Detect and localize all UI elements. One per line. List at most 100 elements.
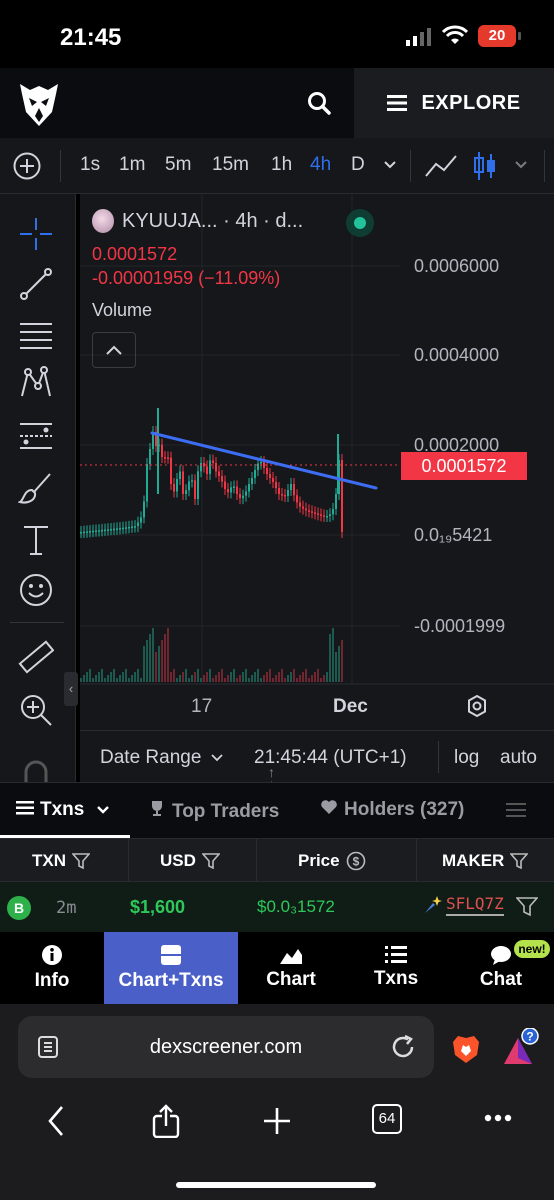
new-tab-icon[interactable] [262,1104,292,1138]
volume-collapse-button[interactable] [92,332,136,368]
chart-settings-icon[interactable] [466,694,488,718]
candle-body [332,509,334,515]
volume-bar [314,672,316,682]
txn-price: $0.0₃1572 [257,897,335,916]
token-avatar [92,209,114,233]
trendline-icon[interactable] [18,266,54,302]
table-row[interactable]: B 2m $1,600 $0.0₃1572 SFLQ7Z [0,882,554,932]
interval-1s[interactable]: 1s [80,154,100,176]
text-tool-icon[interactable] [18,522,54,558]
share-icon[interactable] [150,1104,182,1138]
sparkle-icon [425,896,442,913]
volume-bar [170,672,172,682]
interval-5m[interactable]: 5m [165,154,191,176]
candle-body [236,486,238,494]
reload-icon[interactable] [390,1034,416,1060]
search-icon[interactable] [306,90,332,116]
column-usd[interactable]: USD [160,851,220,871]
candle-body [254,470,256,478]
crosshair-icon[interactable] [18,216,54,252]
txn-age: 2m [56,898,77,918]
date-range-button[interactable]: Date Range [100,747,223,769]
tab-top-traders[interactable]: Top Traders [148,799,279,823]
fib-retracement-icon[interactable] [18,418,54,454]
candle-body [140,517,142,523]
brave-shield-icon[interactable] [452,1034,480,1064]
more-icon[interactable] [484,1114,512,1122]
column-maker[interactable]: MAKER [442,851,529,871]
candle-body [83,531,85,534]
nav-label: Txns [373,968,419,989]
dexscreener-logo-icon[interactable] [20,82,58,126]
volume-bar [137,669,139,682]
column-divider [128,839,129,883]
volume-bar [281,669,283,682]
price-chart[interactable]: KYUUJA... · 4h · d... 0.0001572 -0.00001… [80,194,554,730]
candle-body [161,444,163,457]
add-indicator-icon[interactable] [12,151,42,181]
chevron-down-icon[interactable] [514,160,528,170]
candle-body [209,460,211,474]
data-tabs: Txns Top Traders Holders (327) [0,782,554,838]
tab-holders[interactable]: Holders (327) [320,799,464,821]
tab-txns[interactable]: Txns [16,799,110,821]
candle-body [224,481,226,489]
auto-toggle[interactable]: auto [500,747,537,769]
candle-body [164,457,166,459]
column-price[interactable]: Price $ [298,851,366,871]
candle-body [167,457,169,459]
volume-bar [119,675,121,682]
brush-icon[interactable] [18,470,54,506]
zoom-in-icon[interactable] [18,692,54,728]
volume-bar [122,672,124,682]
chevron-down-icon[interactable] [383,160,397,170]
log-toggle[interactable]: log [454,747,479,769]
emoji-icon[interactable] [18,572,54,608]
volume-bar [191,675,193,682]
magnet-icon[interactable] [18,760,54,782]
collapse-tools-handle[interactable]: ‹ [64,672,78,706]
candle-body [302,506,304,509]
candlestick-icon[interactable] [472,150,498,182]
volume-bar [239,675,241,682]
nav-txns[interactable]: Txns [344,932,448,1004]
interval-15m[interactable]: 15m [212,154,249,176]
candle-body [239,494,241,499]
trophy-icon [152,801,162,816]
back-arrow-icon[interactable] [44,1104,68,1138]
volume-bar [128,678,130,682]
candle-body [173,484,175,492]
interval-1d[interactable]: D [351,154,365,176]
tab-switcher-button[interactable]: 64 [372,1104,402,1134]
timezone-label[interactable]: 21:45:44 (UTC+1) [254,747,407,769]
volume-bar [236,678,238,682]
candle-body [242,495,244,499]
nav-chart[interactable]: Chart [238,932,344,1004]
candle-body [272,478,274,482]
explore-button[interactable]: EXPLORE [354,68,554,138]
vpn-status-icon[interactable]: ? [500,1028,542,1070]
pattern-tool-icon[interactable] [18,366,54,402]
toolbar-divider [60,150,61,182]
line-chart-icon[interactable] [424,152,458,180]
candle-body [197,471,199,499]
volume-bar [311,675,313,682]
candle-body [182,471,184,494]
column-txn[interactable]: TXN [32,851,90,871]
interval-1m[interactable]: 1m [119,154,145,176]
txn-maker[interactable]: SFLQ7Z [446,894,504,913]
liquidity-icon[interactable] [506,803,526,819]
filter-icon[interactable] [516,897,538,917]
ruler-icon[interactable] [18,640,54,676]
interval-1h[interactable]: 1h [271,154,292,176]
parallel-lines-icon[interactable] [18,318,54,354]
nav-info[interactable]: Info [0,932,104,1004]
address-bar[interactable]: dexscreener.com [18,1016,434,1078]
y-axis-label: 0.0006000 [414,256,500,276]
nav-chart-txns[interactable]: Chart+Txns [104,932,238,1004]
candle-body [299,502,301,507]
interval-4h[interactable]: 4h [310,154,331,176]
volume-bar [302,672,304,682]
candle-body [284,495,286,497]
chart-legend-title: KYUUJA... · 4h · d... [122,210,304,232]
